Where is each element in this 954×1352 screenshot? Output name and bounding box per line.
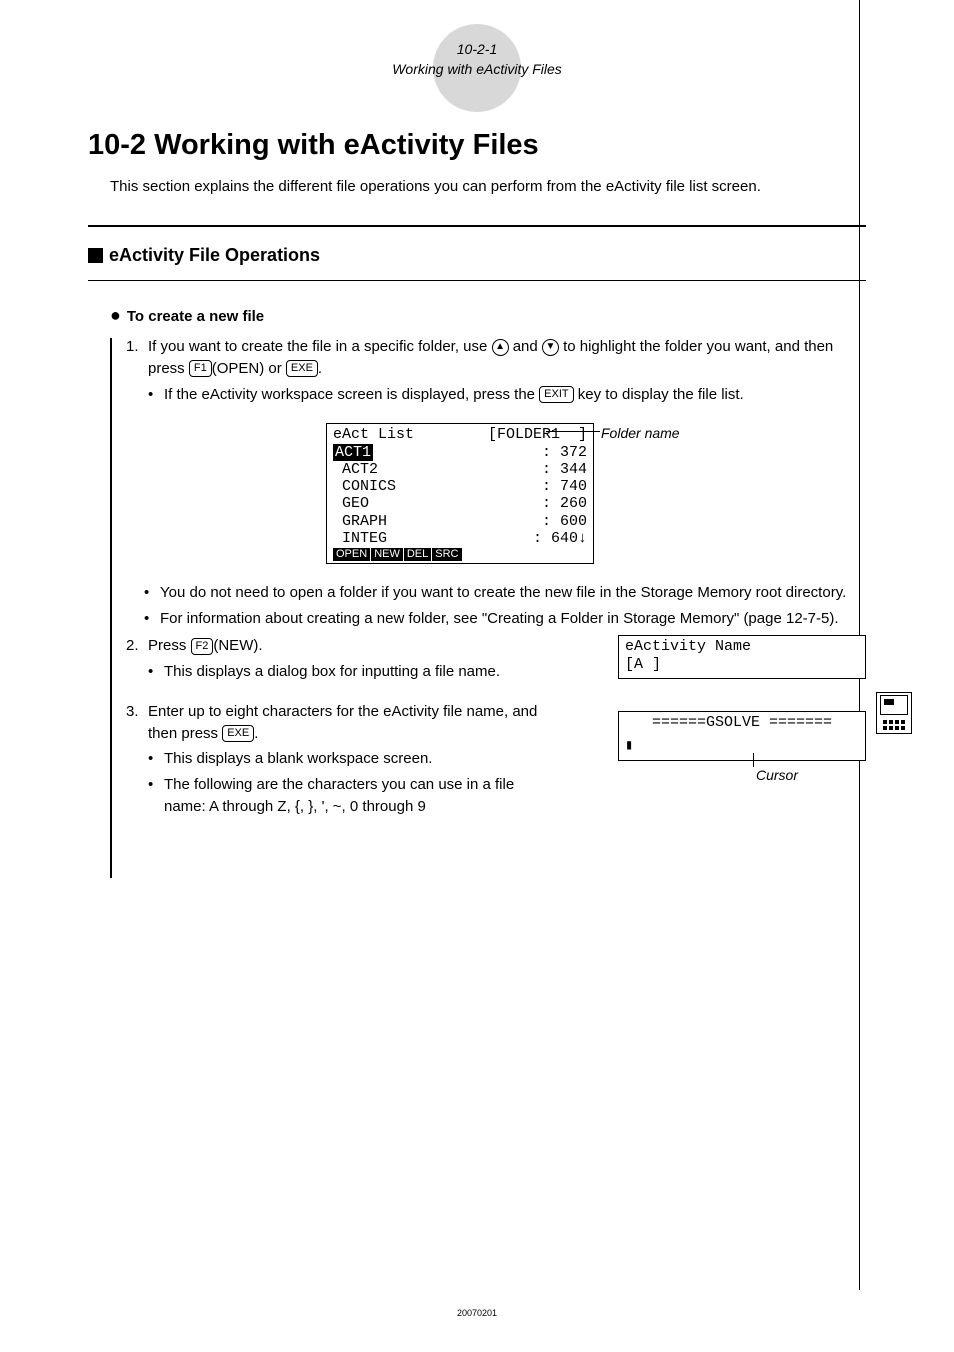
- step1-note-folder: For information about creating a new fol…: [160, 608, 839, 630]
- intro-text: This section explains the different file…: [88, 176, 866, 197]
- file-row-selected: ACT1: [333, 444, 373, 461]
- square-bullet-icon: [88, 248, 103, 263]
- up-arrow-key: ▲: [492, 339, 509, 356]
- page-header-subtitle: Working with eActivity Files: [88, 60, 866, 80]
- cursor-icon: ▮: [625, 738, 633, 754]
- section-heading: eActivity File Operations: [88, 245, 866, 266]
- lcd-workspace: ======GSOLVE ======= ▮: [618, 711, 866, 761]
- callout-line: [546, 431, 600, 432]
- lcd-file-list: eAct List [FOLDER1 ] ACT1: 372 ACT2: 344…: [326, 423, 594, 563]
- f1-key: F1: [189, 360, 212, 377]
- footer-code: 20070201: [457, 1308, 497, 1318]
- section-heading-text: eActivity File Operations: [109, 245, 320, 266]
- exe-key: EXE: [286, 360, 318, 377]
- step-2: 2. Press F2(NEW). • This displays a dial…: [126, 635, 546, 687]
- cursor-label: Cursor: [756, 765, 798, 785]
- rule-thick: [88, 225, 866, 227]
- step-3: 3. Enter up to eight characters for the …: [126, 701, 546, 822]
- step-1: 1. If you want to create the file in a s…: [126, 336, 866, 409]
- down-arrow-key: ▼: [542, 339, 559, 356]
- page-header: 10-2-1 Working with eActivity Files: [88, 40, 866, 79]
- folder-name-label: Folder name: [601, 423, 680, 443]
- f2-key: F2: [191, 638, 214, 655]
- exe-key-2: EXE: [222, 725, 254, 742]
- content-side-bar: [110, 338, 112, 878]
- subsection-text: To create a new file: [127, 308, 264, 325]
- step1-note-storage: You do not need to open a folder if you …: [160, 582, 846, 604]
- page-number: 10-2-1: [88, 40, 866, 60]
- cursor-callout-line: [753, 753, 754, 767]
- lcd-softkeys: OPEN NEW DEL SRC: [333, 548, 587, 561]
- rule-thin: [88, 280, 866, 281]
- page-title: 10-2 Working with eActivity Files: [88, 129, 866, 162]
- exit-key: EXIT: [539, 386, 573, 403]
- subsection-heading: ● To create a new file: [88, 305, 866, 326]
- lcd-figure-wrap: eAct List [FOLDER1 ] ACT1: 372 ACT2: 344…: [126, 423, 866, 563]
- lcd-name-dialog: eActivity Name [A ]: [618, 635, 866, 679]
- bullet-icon: ●: [110, 305, 121, 326]
